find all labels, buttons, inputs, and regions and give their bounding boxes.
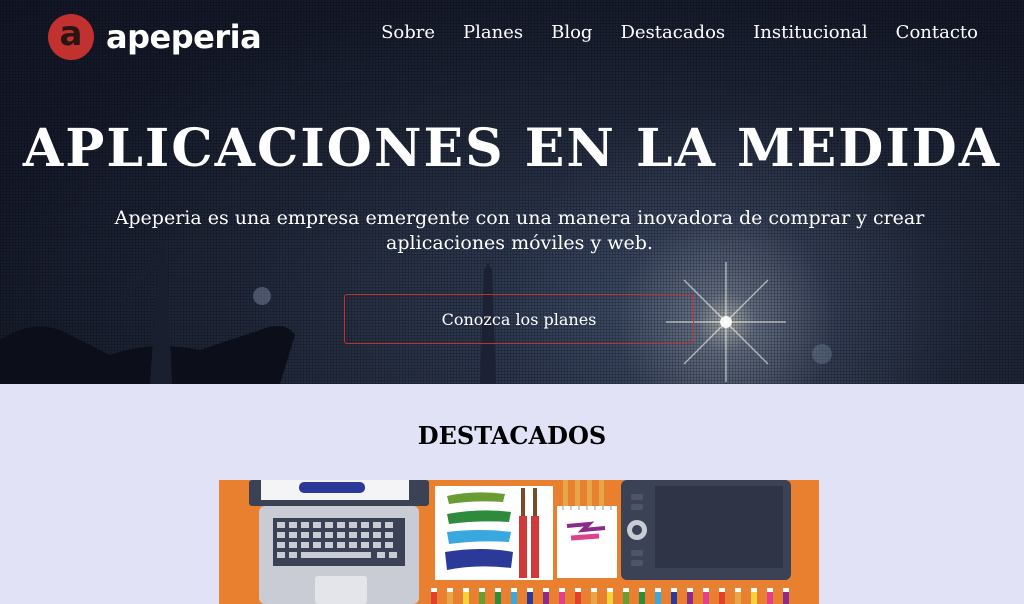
nav-item-destacados[interactable]: Destacados [620,22,725,43]
colored-pencils-icon [431,588,789,604]
view-plans-button[interactable]: Conozca los planes [344,294,694,344]
paint-swatches-icon [435,486,553,580]
nav-item-blog[interactable]: Blog [551,22,592,43]
nav-item-contacto[interactable]: Contacto [896,22,978,43]
featured-image[interactable] [219,480,819,604]
laptop-icon [249,480,429,604]
nav-item-sobre[interactable]: Sobre [381,22,435,43]
logo-icon: a [48,14,94,60]
hero-subtitle: Apeperia es una empresa emergente con un… [114,207,925,254]
brand-name: apeperia [106,18,262,56]
featured-section-title: DESTACADOS [417,421,607,450]
brand-logo[interactable]: a apeperia [48,14,262,60]
main-navigation: Sobre Planes Blog Destacados Institucion… [381,22,978,43]
hero-title: APLICACIONES EN LA MEDIDA [22,118,1002,179]
featured-illustration [219,480,819,604]
nav-item-institucional[interactable]: Institucional [753,22,868,43]
hero-section: a apeperia Sobre Planes Blog Destacados … [0,0,1024,384]
logo-letter: a [59,14,83,54]
drawing-tablet-icon [621,480,791,580]
nav-item-planes[interactable]: Planes [463,22,523,43]
